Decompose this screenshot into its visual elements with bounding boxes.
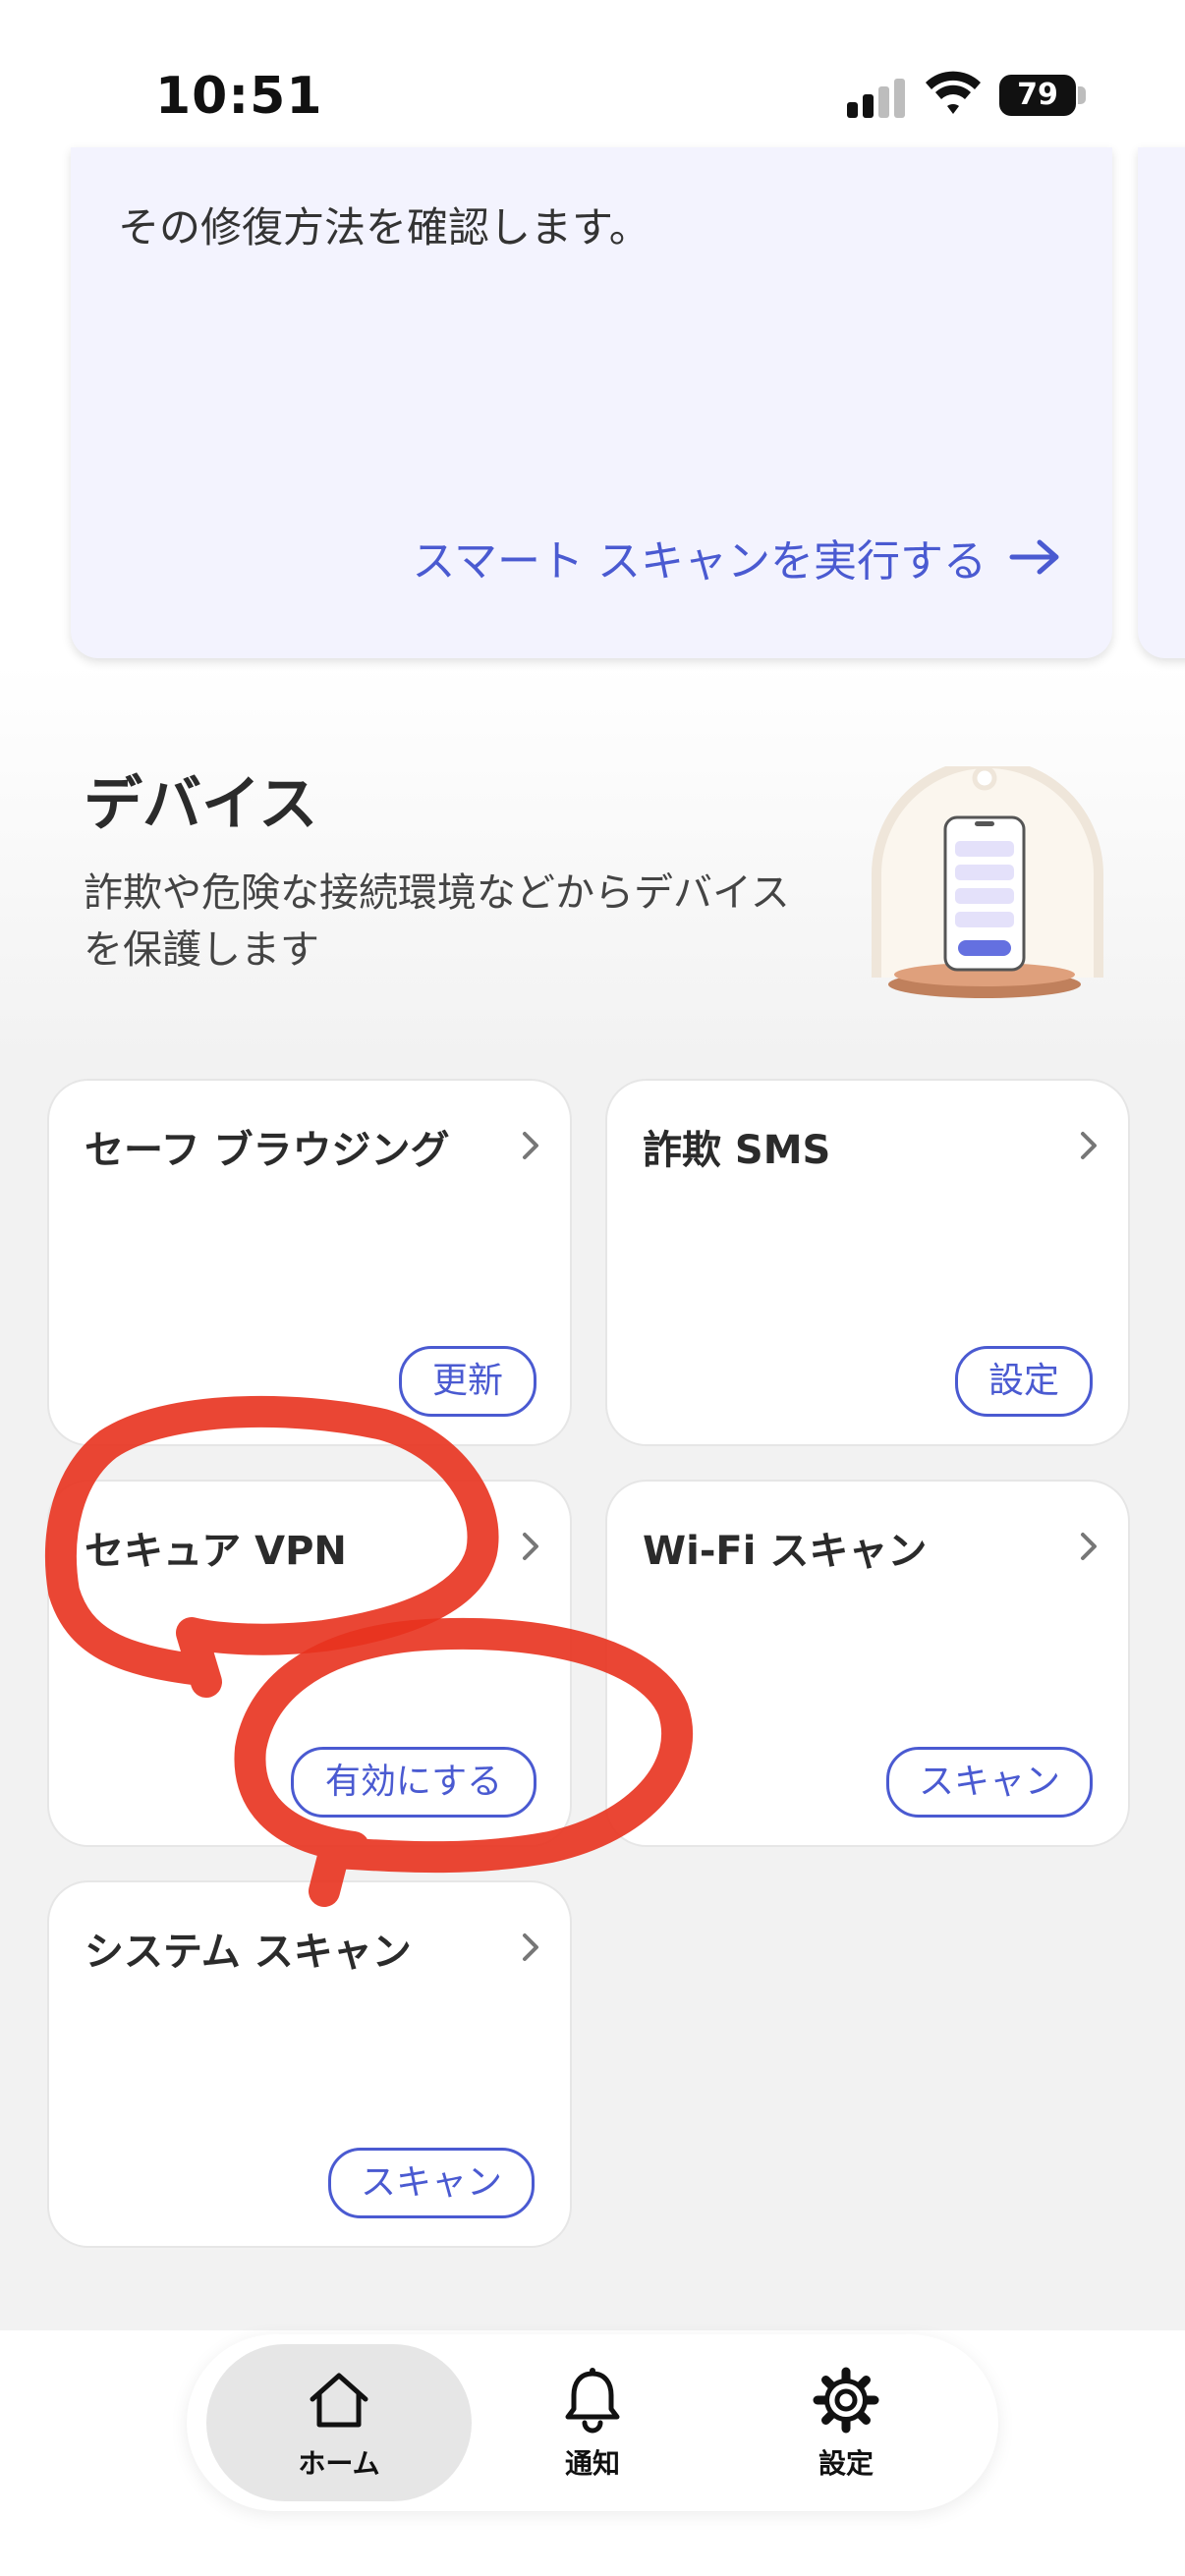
- chevron-right-icon: [1081, 1132, 1097, 1159]
- chevron-right-icon: [523, 1533, 538, 1560]
- settings-button[interactable]: 設定: [955, 1346, 1093, 1417]
- chevron-right-icon: [523, 1933, 538, 1961]
- tile-scam-sms[interactable]: 詐欺 SMS 設定: [607, 1081, 1128, 1444]
- tile-wifi-scan[interactable]: Wi-Fi スキャン スキャン: [607, 1482, 1128, 1845]
- nav-label: 通知: [564, 2447, 620, 2480]
- nav-settings[interactable]: 設定: [713, 2344, 979, 2501]
- nav-notifications[interactable]: 通知: [460, 2344, 725, 2501]
- signal-icon: [847, 77, 908, 118]
- nav-label: ホーム: [298, 2447, 380, 2480]
- arrow-right-icon: [1009, 539, 1059, 575]
- battery-icon: 79: [999, 75, 1076, 116]
- tile-title: セキュア VPN: [85, 1529, 347, 1574]
- tile-title: セーフ ブラウジング: [85, 1128, 450, 1173]
- tile-title: 詐欺 SMS: [643, 1128, 831, 1173]
- tile-safe-browsing[interactable]: セーフ ブラウジング 更新: [49, 1081, 570, 1444]
- chevron-right-icon: [1081, 1533, 1097, 1560]
- smart-scan-link[interactable]: スマート スキャンを実行する: [412, 526, 1063, 588]
- tile-title: Wi-Fi スキャン: [643, 1529, 928, 1574]
- chevron-right-icon: [523, 1132, 538, 1159]
- system-scan-button[interactable]: スキャン: [328, 2148, 535, 2218]
- tile-system-scan[interactable]: システム スキャン スキャン: [49, 1882, 570, 2246]
- enable-vpn-button[interactable]: 有効にする: [291, 1747, 536, 1818]
- phone-illustration: [872, 766, 1103, 998]
- bell-icon: [565, 2368, 620, 2434]
- nav-home[interactable]: ホーム: [206, 2344, 472, 2501]
- wifi-icon: [926, 71, 981, 114]
- next-card-peek[interactable]: [1138, 147, 1185, 658]
- status-time: 10:51: [155, 67, 323, 126]
- wifi-scan-button[interactable]: スキャン: [886, 1747, 1093, 1818]
- section-title: デバイス: [84, 770, 318, 839]
- card-description: その修復方法を確認します。: [118, 203, 650, 252]
- smart-scan-label: スマート スキャンを実行する: [412, 536, 987, 587]
- update-button[interactable]: 更新: [399, 1346, 536, 1417]
- tile-title: システム スキャン: [85, 1930, 412, 1975]
- section-description: 詐欺や危険な接続環境などからデバイスを保護します: [84, 870, 790, 973]
- tile-secure-vpn[interactable]: セキュア VPN 有効にする: [49, 1482, 570, 1845]
- nav-label: 設定: [818, 2447, 874, 2480]
- home-icon: [310, 2373, 368, 2428]
- battery-cap: [1078, 86, 1086, 104]
- gear-icon: [813, 2367, 879, 2434]
- smart-scan-card[interactable]: その修復方法を確認します。 スマート スキャンを実行する: [71, 147, 1112, 658]
